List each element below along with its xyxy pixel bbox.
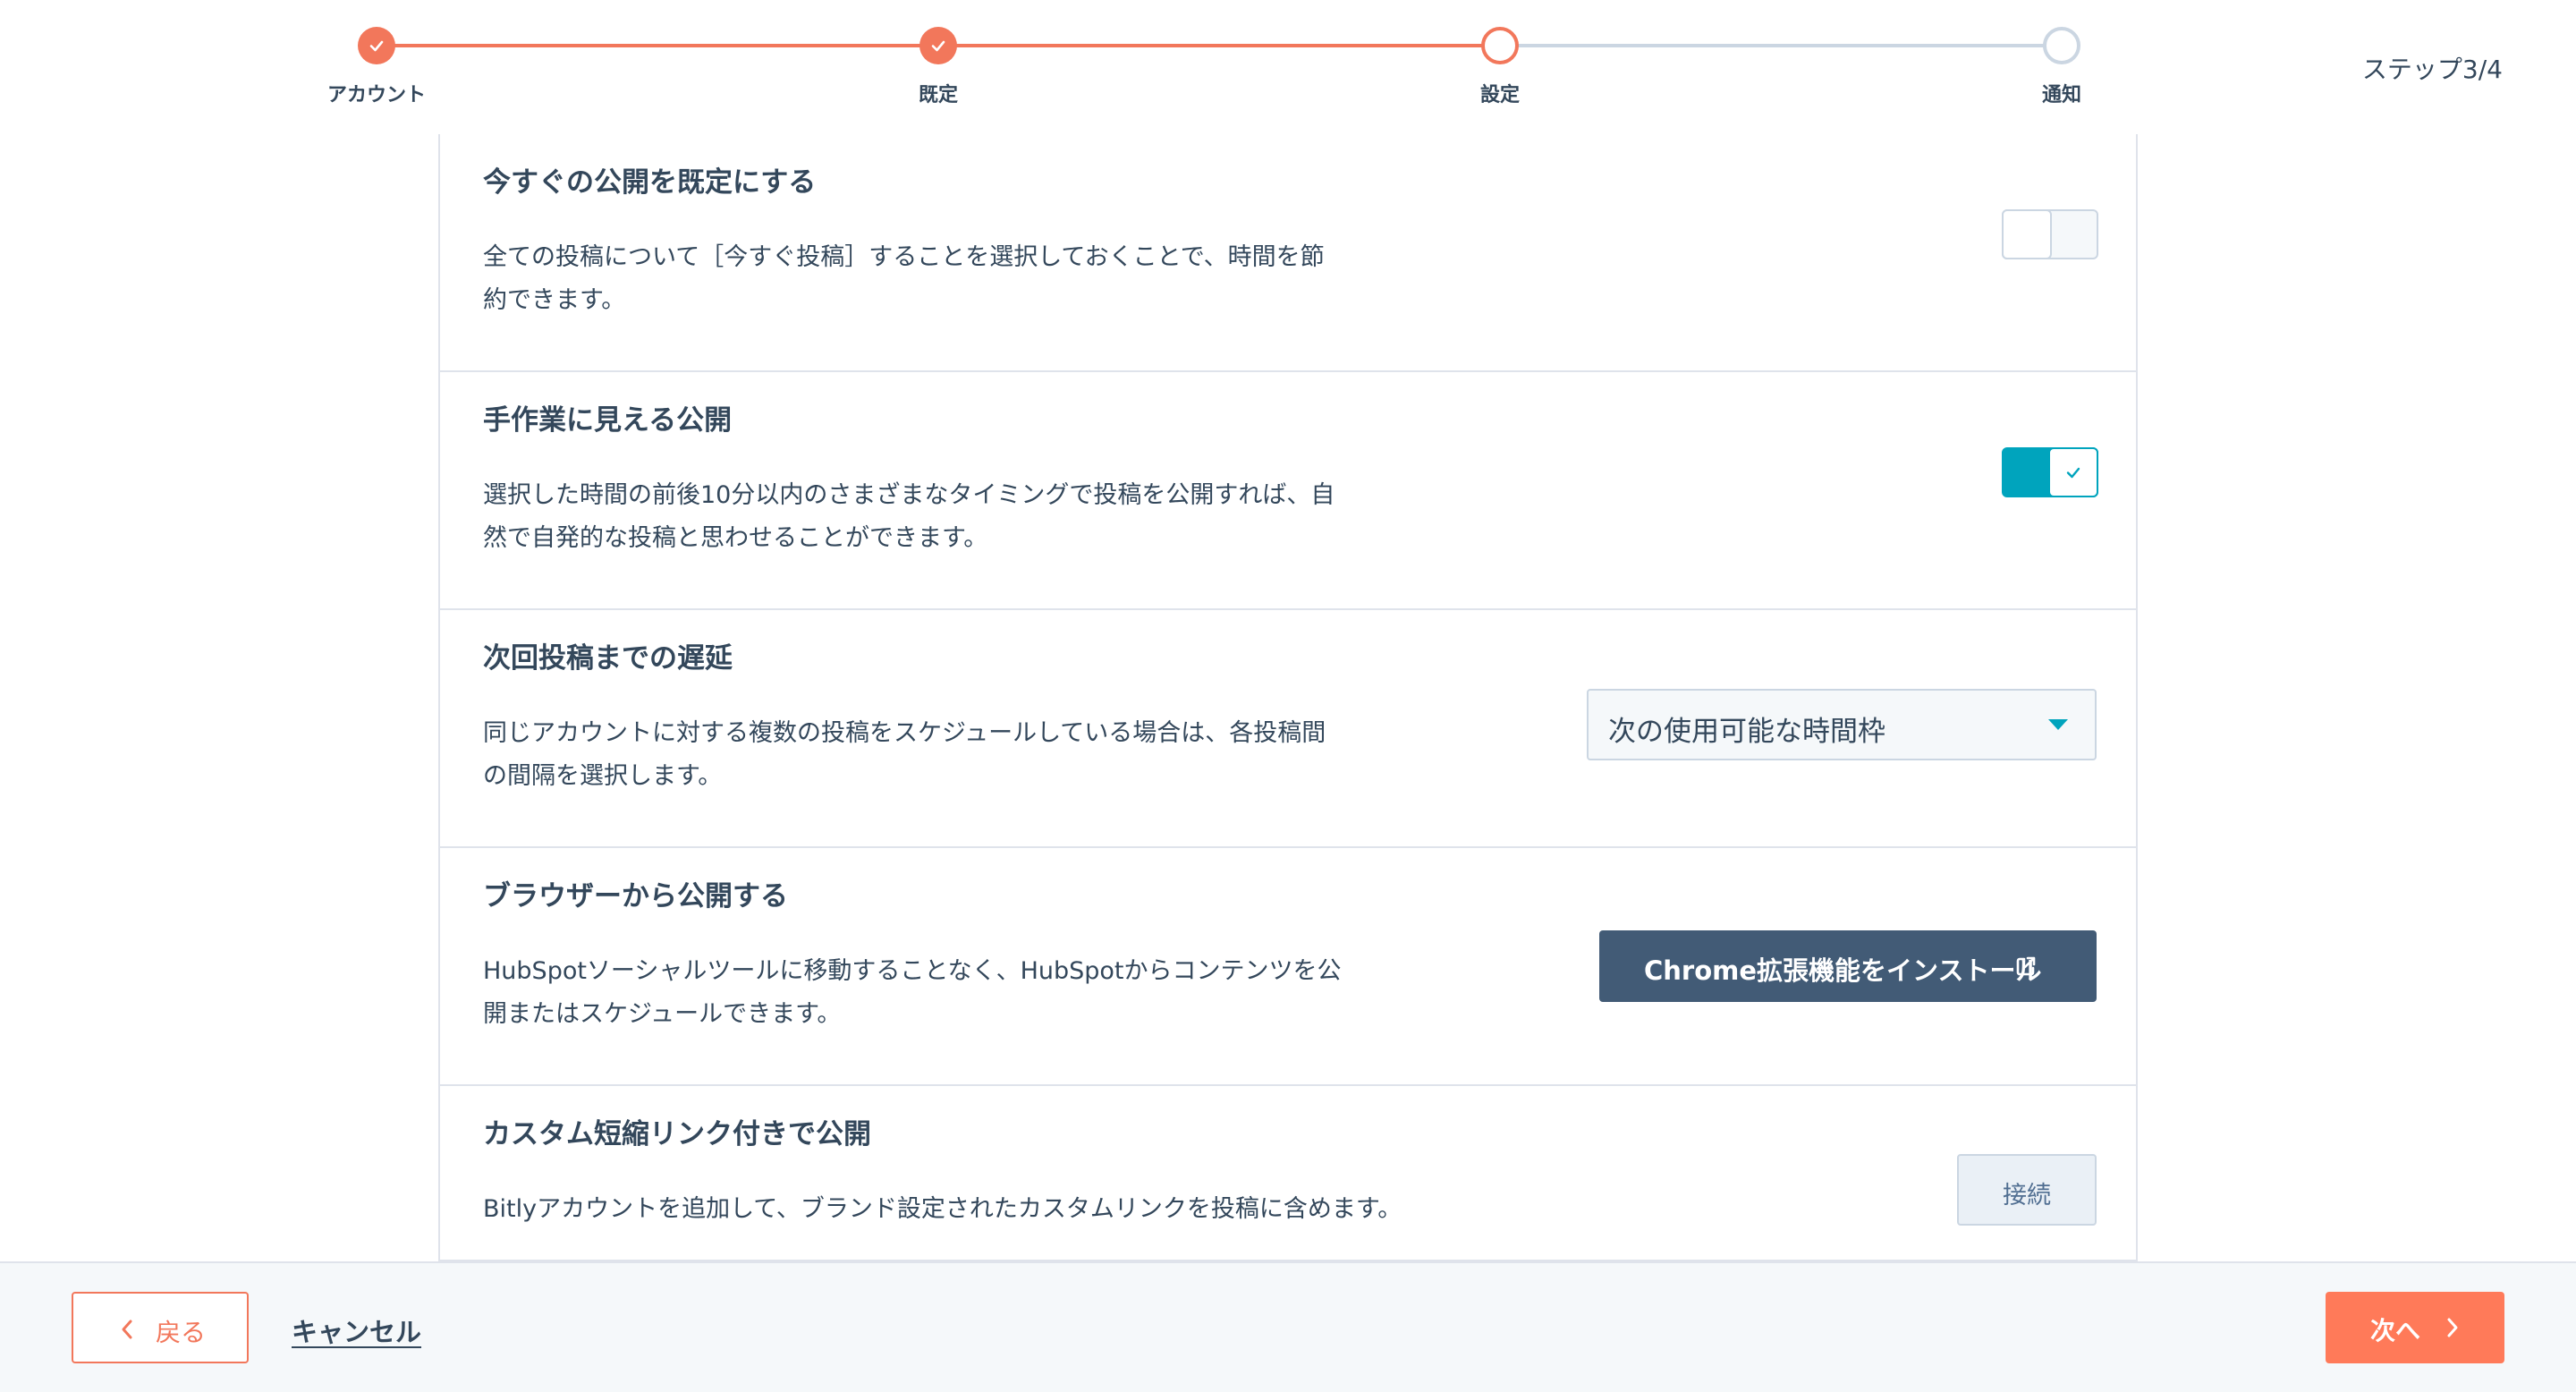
step-connector-2 (938, 44, 1500, 47)
description-line: 同じアカウントに対する複数の投稿をスケジュールしている場合は、各投稿間 (483, 719, 1326, 747)
step-defaults-check-icon (919, 27, 957, 64)
setting-row-shortlink: カスタム短縮リンク付きで公開 Bitlyアカウントを追加して、ブランド設定された… (440, 1086, 2136, 1261)
chevron-left-icon (120, 1318, 134, 1347)
description-line: 選択した時間の前後10分以内のさまざまなタイミングで投稿を公開すれば、自 (483, 481, 1335, 509)
settings-card: 今すぐの公開を既定にする 全ての投稿について［今すぐ投稿］することを選択しておく… (438, 134, 2138, 1261)
setting-title: 次回投稿までの遅延 (483, 642, 733, 675)
step-account-check-icon (358, 27, 395, 64)
description-line: 然で自発的な投稿と思わせることができます。 (483, 524, 988, 552)
step-label-settings: 設定 (1479, 84, 1520, 106)
setting-title: ブラウザーから公開する (483, 880, 788, 912)
chevron-right-icon (2445, 1316, 2460, 1345)
setting-row-delay: 次回投稿までの遅延 同じアカウントに対する複数の投稿をスケジュールしている場合は… (440, 610, 2136, 848)
button-label: 戻る (156, 1318, 207, 1347)
step-label-account: アカウント (326, 84, 426, 106)
button-label: 接続 (2003, 1182, 2051, 1210)
step-counter: ステップ3/4 (2361, 55, 2503, 84)
delay-select[interactable]: 次の使用可能な時間枠 (1587, 689, 2097, 760)
setting-row-manual-publish: 手作業に見える公開 選択した時間の前後10分以内のさまざまなタイミングで投稿を公… (440, 372, 2136, 610)
wizard-footer: 戻る キャンセル 次へ (0, 1261, 2576, 1392)
setting-title: カスタム短縮リンク付きで公開 (483, 1118, 871, 1150)
description-line: の間隔を選択します。 (483, 762, 723, 790)
toggle-knob (2048, 447, 2098, 497)
description-line: Bitlyアカウントを追加して、ブランド設定されたカスタムリンクを投稿に含めます… (483, 1195, 1402, 1223)
step-label-defaults: 既定 (918, 84, 958, 106)
setting-title: 今すぐの公開を既定にする (483, 166, 817, 199)
step-settings-node (1481, 27, 1519, 64)
check-icon (2066, 467, 2080, 479)
setting-row-browser: ブラウザーから公開する HubSpotソーシャルツールに移動することなく、Hub… (440, 848, 2136, 1086)
description-line: 約できます。 (483, 286, 626, 314)
install-chrome-extension-button[interactable]: Chrome拡張機能をインストール (1599, 930, 2097, 1002)
description-line: 開またはスケジュールできます。 (483, 1000, 842, 1028)
manual-publish-toggle[interactable] (2002, 447, 2098, 497)
cancel-link[interactable]: キャンセル (292, 1311, 421, 1349)
next-button[interactable]: 次へ (2326, 1292, 2504, 1363)
setting-description: 全ての投稿について［今すぐ投稿］することを選択しておくことで、時間を節 約できま… (483, 236, 1377, 322)
setting-row-publish-now: 今すぐの公開を既定にする 全ての投稿について［今すぐ投稿］することを選択しておく… (440, 134, 2136, 372)
setting-description: 選択した時間の前後10分以内のさまざまなタイミングで投稿を公開すれば、自 然で自… (483, 474, 1377, 560)
description-line: 全ての投稿について［今すぐ投稿］することを選択しておくことで、時間を節 (483, 243, 1325, 271)
connect-bitly-button[interactable]: 接続 (1957, 1154, 2097, 1226)
setting-description: HubSpotソーシャルツールに移動することなく、HubSpotからコンテンツを… (483, 950, 1377, 1036)
step-notifications-node (2043, 27, 2080, 64)
publish-now-toggle[interactable] (2002, 209, 2098, 259)
step-label-notifications: 通知 (2041, 84, 2081, 106)
step-connector-1 (377, 44, 938, 47)
setting-title: 手作業に見える公開 (483, 404, 733, 437)
step-connector-3 (1500, 44, 2062, 47)
setting-description: 同じアカウントに対する複数の投稿をスケジュールしている場合は、各投稿間 の間隔を… (483, 712, 1377, 798)
progress-stepper: アカウント 既定 設定 通知 ステップ3/4 (0, 0, 2576, 134)
toggle-knob (2002, 209, 2052, 259)
caret-down-icon (2048, 719, 2068, 730)
button-label: 次へ (2370, 1316, 2421, 1345)
setting-description: Bitlyアカウントを追加して、ブランド設定されたカスタムリンクを投稿に含めます… (483, 1188, 1556, 1231)
back-button[interactable]: 戻る (72, 1292, 249, 1363)
external-link-icon (2014, 954, 2038, 984)
description-line: HubSpotソーシャルツールに移動することなく、HubSpotからコンテンツを… (483, 957, 1342, 985)
button-label: Chrome拡張機能をインストール (1644, 955, 2042, 986)
delay-select-value: 次の使用可能な時間枠 (1608, 716, 1885, 748)
